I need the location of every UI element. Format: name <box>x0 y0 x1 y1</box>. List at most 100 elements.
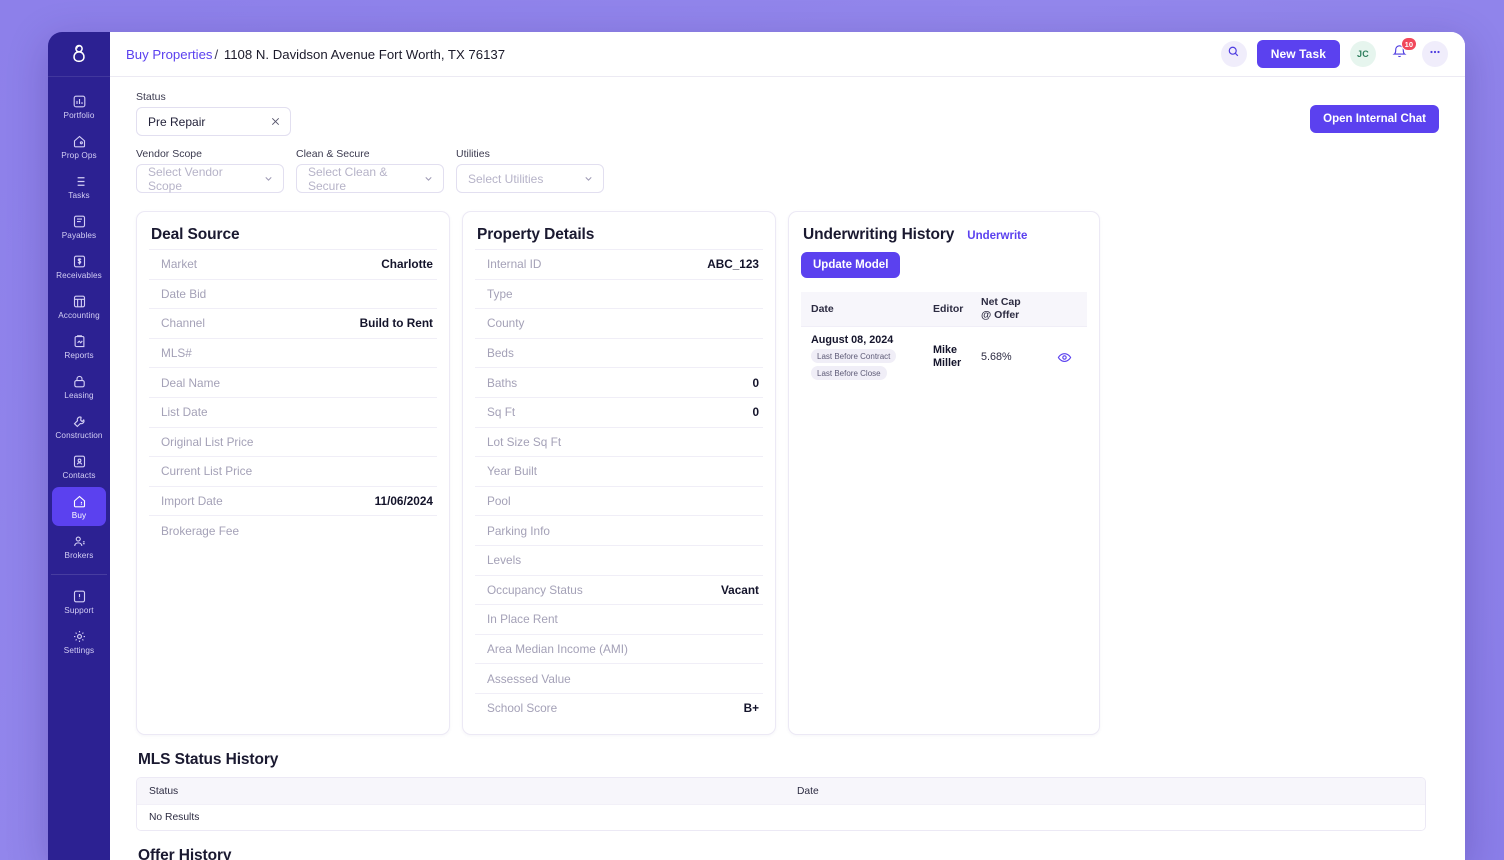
close-icon[interactable] <box>260 115 281 129</box>
status-select-value: Pre Repair <box>148 115 205 129</box>
sidebar-item-payables[interactable]: Payables <box>52 207 106 246</box>
underwriting-history-card: Underwriting History Underwrite Update M… <box>788 211 1100 735</box>
clean-secure-label: Clean & Secure <box>296 148 444 160</box>
detail-row-key: Deal Name <box>161 376 220 390</box>
main-area: Buy Properties/ 1108 N. Davidson Avenue … <box>110 32 1465 860</box>
status-select[interactable]: Pre Repair <box>136 107 291 136</box>
detail-row: In Place Rent <box>475 604 763 634</box>
table-header-row: Status Date <box>137 778 1425 804</box>
editor-first-name: Mike <box>933 344 957 356</box>
sidebar-item-brokers[interactable]: Brokers <box>52 527 106 566</box>
avatar[interactable]: JC <box>1350 41 1376 67</box>
mls-status-history-title: MLS Status History <box>138 751 1439 769</box>
detail-row-key: Import Date <box>161 494 223 508</box>
detail-row-value: 11/06/2024 <box>375 494 433 508</box>
sidebar-item-prop-ops[interactable]: Prop Ops <box>52 127 106 166</box>
detail-row-value: Charlotte <box>381 257 433 271</box>
detail-row-key: Type <box>487 287 513 301</box>
clean-secure-select[interactable]: Select Clean & Secure <box>296 164 444 193</box>
breadcrumb-link-buy-properties[interactable]: Buy Properties <box>126 47 213 62</box>
sidebar-item-contacts[interactable]: Contacts <box>52 447 106 486</box>
sidebar-item-settings[interactable]: Settings <box>52 622 106 661</box>
sidebar-item-label: Portfolio <box>64 111 95 120</box>
detail-row: Original List Price <box>149 427 437 457</box>
update-model-button[interactable]: Update Model <box>801 252 900 278</box>
sidebar-item-buy[interactable]: Buy <box>52 487 106 526</box>
table-header-row: Date Editor Net Cap @ Offer <box>801 292 1087 326</box>
table-row[interactable]: August 08, 2024 Last Before Contract Las… <box>801 326 1087 387</box>
sidebar-item-label: Brokers <box>65 551 94 560</box>
detail-row-key: In Place Rent <box>487 612 558 626</box>
sidebar-item-portfolio[interactable]: Portfolio <box>52 87 106 126</box>
chevron-down-icon <box>255 173 274 184</box>
search-button[interactable] <box>1221 41 1247 67</box>
detail-row: Baths 0 <box>475 367 763 397</box>
sidebar-item-leasing[interactable]: Leasing <box>52 367 106 406</box>
detail-row: MarketCharlotte <box>149 249 437 279</box>
reports-icon <box>72 334 87 349</box>
sidebar-item-tasks[interactable]: Tasks <box>52 167 106 206</box>
app-window: Portfolio Prop Ops Tasks Payables <box>48 32 1465 860</box>
detail-row-key: Pool <box>487 494 511 508</box>
sidebar-item-receivables[interactable]: Receivables <box>52 247 106 286</box>
new-task-button[interactable]: New Task <box>1257 40 1340 68</box>
underwriting-history-header: Underwriting History Underwrite <box>801 226 1087 244</box>
column-header-net-cap-line2: @ Offer <box>981 309 1019 321</box>
eye-icon[interactable] <box>1057 350 1072 365</box>
app-logo[interactable] <box>48 32 110 77</box>
status-filter-label: Status <box>136 91 291 103</box>
detail-row-key: Channel <box>161 316 205 330</box>
underwriting-row-date-cell: August 08, 2024 Last Before Contract Las… <box>811 334 933 380</box>
underwriting-row-date: August 08, 2024 <box>811 334 893 346</box>
portfolio-icon <box>72 94 87 109</box>
detail-row-key: Internal ID <box>487 257 541 271</box>
detail-row-value: ABC_123 <box>707 257 759 271</box>
sidebar-item-label: Receivables <box>56 271 102 280</box>
detail-row-key: Occupancy Status <box>487 583 583 597</box>
mls-status-history-table: Status Date No Results <box>136 777 1426 831</box>
detail-row: Pool <box>475 486 763 516</box>
detail-row: Brokerage Fee <box>149 515 437 545</box>
sidebar-item-label: Accounting <box>58 311 100 320</box>
construction-icon <box>72 414 87 429</box>
contacts-icon <box>72 454 87 469</box>
detail-row-key: List Date <box>161 405 208 419</box>
detail-row: Internal ID ABC_123 <box>475 249 763 279</box>
breadcrumb: Buy Properties/ 1108 N. Davidson Avenue … <box>126 47 505 62</box>
vendor-scope-placeholder: Select Vendor Scope <box>148 165 255 193</box>
column-header-editor: Editor <box>933 303 981 315</box>
receivables-icon <box>72 254 87 269</box>
accounting-icon <box>72 294 87 309</box>
open-internal-chat-button[interactable]: Open Internal Chat <box>1310 105 1439 133</box>
detail-row: Levels <box>475 545 763 575</box>
property-details-card: Property Details Internal IDABC_123 Type… <box>462 211 776 735</box>
sidebar-item-support[interactable]: Support <box>52 582 106 621</box>
utilities-label: Utilities <box>456 148 604 160</box>
vendor-scope-select[interactable]: Select Vendor Scope <box>136 164 284 193</box>
column-header-net-cap-line1: Net Cap <box>981 296 1021 308</box>
utilities-select[interactable]: Select Utilities <box>456 164 604 193</box>
top-bar-actions: New Task JC 10 <box>1221 40 1448 68</box>
sidebar-item-construction[interactable]: Construction <box>52 407 106 446</box>
notifications-button[interactable]: 10 <box>1386 41 1412 67</box>
search-icon <box>1227 45 1240 63</box>
underwrite-link[interactable]: Underwrite <box>967 230 1027 242</box>
sidebar-item-accounting[interactable]: Accounting <box>52 287 106 326</box>
detail-row-value: 0 <box>752 376 759 390</box>
deal-source-rows: MarketCharlotte Date Bid ChannelBuild to… <box>149 249 437 545</box>
detail-row: Area Median Income (AMI) <box>475 634 763 664</box>
empty-state-message: No Results <box>137 812 797 823</box>
detail-row-key: Baths <box>487 376 517 390</box>
detail-row: Date Bid <box>149 279 437 309</box>
sidebar-divider <box>51 574 107 575</box>
sidebar-item-label: Support <box>64 606 93 615</box>
breadcrumb-current: 1108 N. Davidson Avenue Fort Worth, TX 7… <box>224 47 505 62</box>
utilities-filter: Utilities Select Utilities <box>456 148 604 193</box>
detail-row: County <box>475 308 763 338</box>
sidebar-item-reports[interactable]: Reports <box>52 327 106 366</box>
sidebar-item-label: Construction <box>55 431 102 440</box>
sidebar-item-label: Leasing <box>64 391 93 400</box>
more-options-button[interactable] <box>1422 41 1448 67</box>
detail-row: Occupancy StatusVacant <box>475 575 763 605</box>
brokers-icon <box>72 534 87 549</box>
